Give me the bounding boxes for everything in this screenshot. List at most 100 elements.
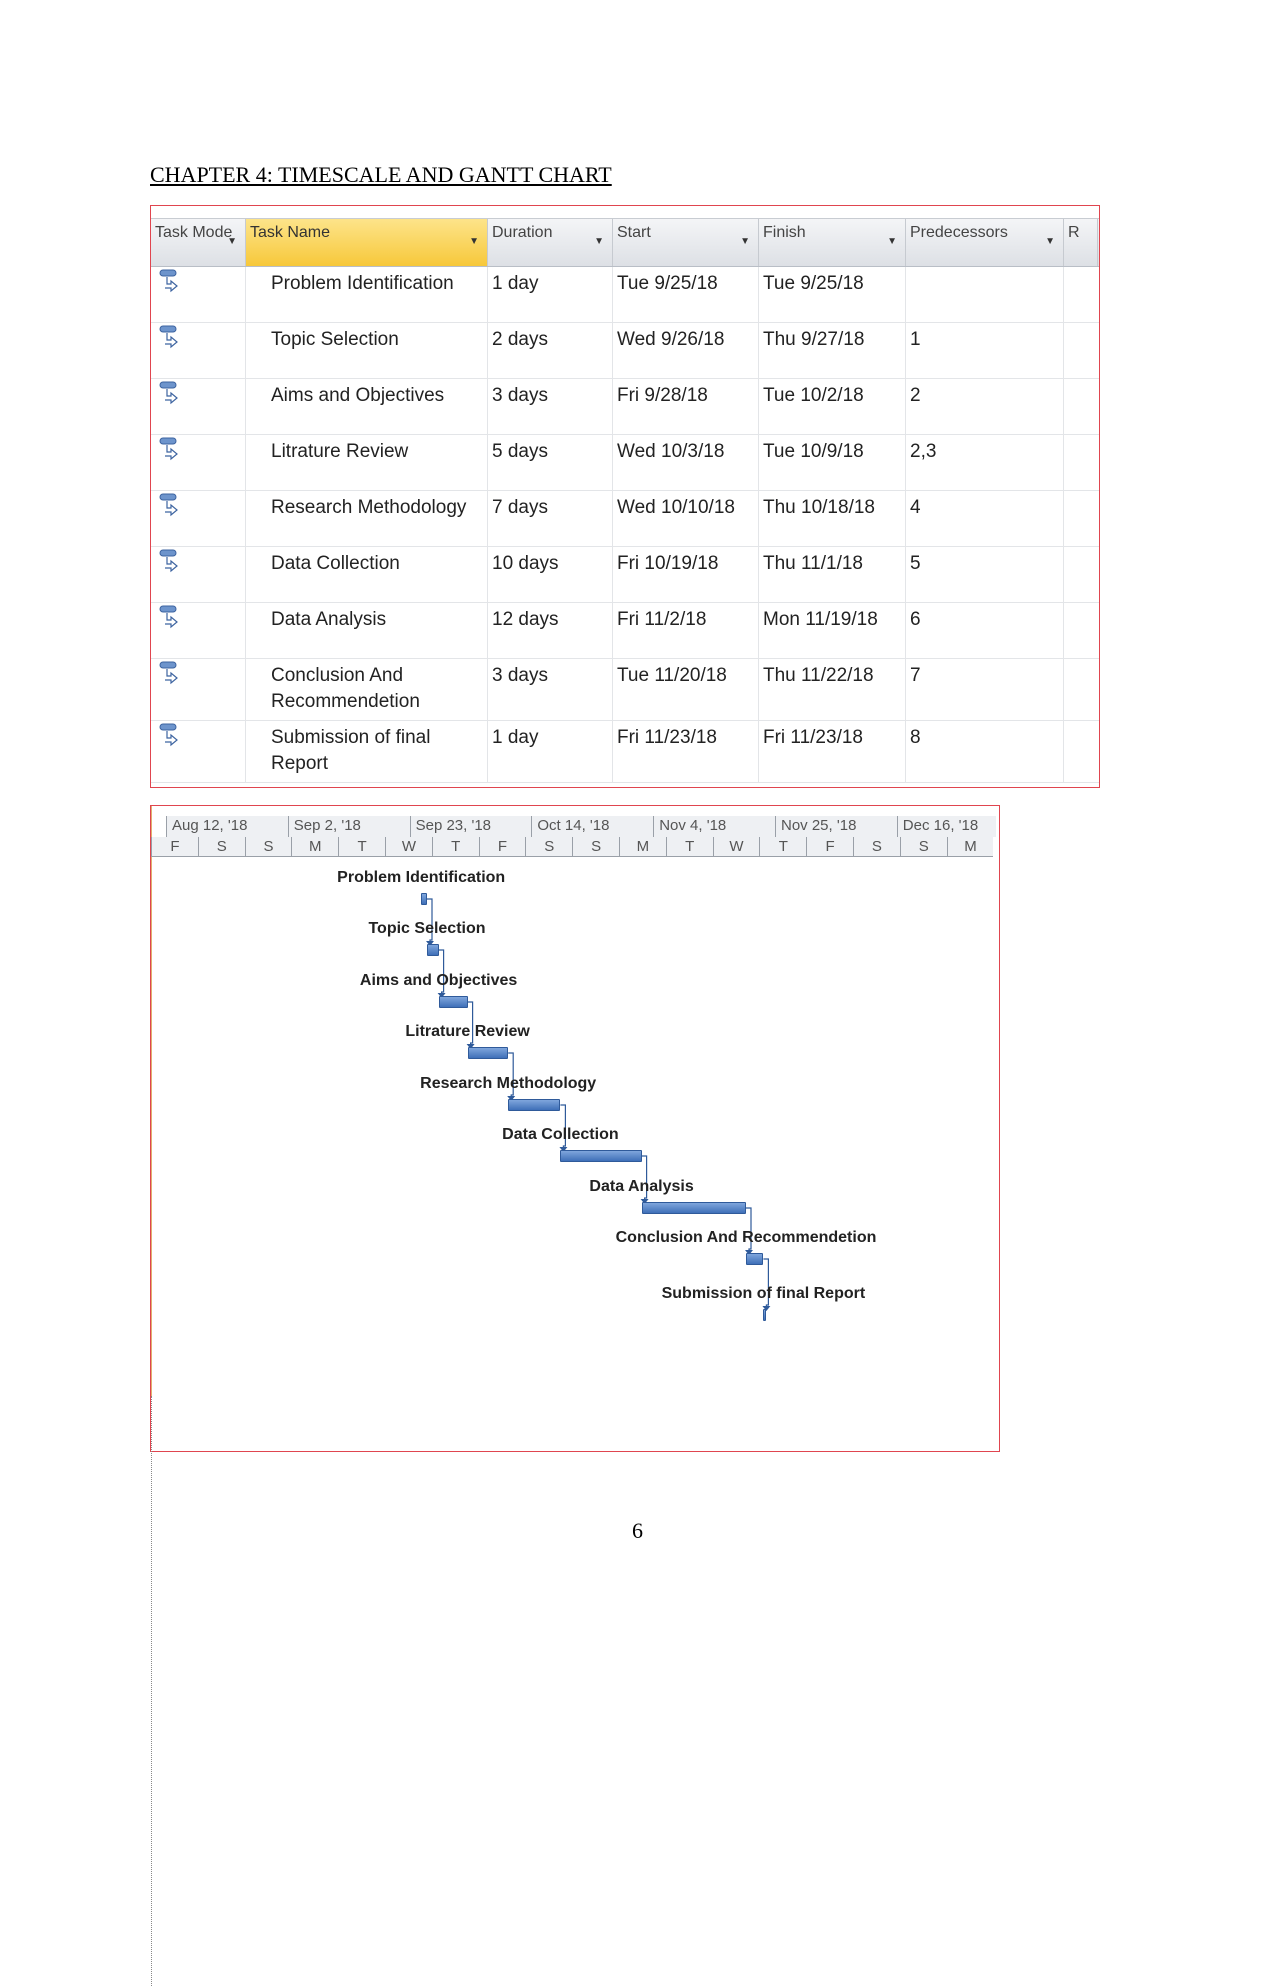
cell-name: Litrature Review — [246, 435, 488, 490]
column-header-finish[interactable]: Finish ▼ — [759, 219, 906, 266]
table-row[interactable]: Data Collection 10 days Fri 10/19/18 Thu 11… — [151, 547, 1099, 603]
table-row[interactable]: Submission of final Report 1 day Fri 11/23… — [151, 721, 1099, 783]
auto-scheduled-task-icon — [159, 493, 181, 517]
document-page: CHAPTER 4: TIMESCALE AND GANTT CHART Tas… — [0, 0, 1275, 1986]
gantt-bar[interactable] — [427, 944, 439, 956]
gantt-bar[interactable] — [560, 1150, 642, 1162]
column-header-predecessors[interactable]: Predecessors ▼ — [906, 219, 1064, 266]
table-header: Task Mode ▼ Task Name ▼ Duration ▼ Start ▼ Finis… — [151, 218, 1099, 267]
cell-start: Fri 9/28/18 — [613, 379, 759, 434]
cell-finish: Thu 11/22/18 — [759, 659, 906, 720]
task-mode-cell — [151, 267, 246, 322]
gantt-task-label: Litrature Review — [405, 1023, 530, 1040]
gantt-task-label: Topic Selection — [368, 920, 486, 937]
gantt-bar[interactable] — [421, 893, 427, 905]
cell-duration: 7 days — [488, 491, 613, 546]
table-row[interactable]: Topic Selection 2 days Wed 9/26/18 Thu 9/27… — [151, 323, 1099, 379]
dropdown-arrow-icon[interactable]: ▼ — [469, 237, 479, 247]
table-row[interactable]: Data Analysis 12 days Fri 11/2/18 Mon 11/19… — [151, 603, 1099, 659]
gantt-bar[interactable] — [508, 1099, 561, 1111]
column-header-start[interactable]: Start ▼ — [613, 219, 759, 266]
task-mode-cell — [151, 323, 246, 378]
cell-start: Wed 10/3/18 — [613, 435, 759, 490]
gantt-bar[interactable] — [641, 1202, 746, 1214]
task-mode-cell — [151, 721, 246, 782]
table-row[interactable]: Aims and Objectives 3 days Fri 9/28/18 Tue … — [151, 379, 1099, 435]
column-header-label: Task Name — [250, 224, 331, 241]
task-mode-cell — [151, 491, 246, 546]
table-row[interactable]: Problem Identification 1 day Tue 9/25/18 Tu… — [151, 267, 1099, 323]
cell-duration: 1 day — [488, 721, 613, 782]
dropdown-arrow-icon[interactable]: ▼ — [227, 237, 237, 247]
cell-pred: 4 — [906, 491, 1064, 546]
cell-name: Data Analysis — [246, 603, 488, 658]
column-header-label: Start — [617, 224, 651, 241]
gantt-task-label: Aims and Objectives — [359, 972, 518, 989]
cell-finish: Thu 10/18/18 — [759, 491, 906, 546]
cell-duration: 3 days — [488, 659, 613, 720]
table-row[interactable]: Litrature Review 5 days Wed 10/3/18 Tue 10/… — [151, 435, 1099, 491]
cell-duration: 12 days — [488, 603, 613, 658]
gantt-chart: Aug 12, '18 Sep 2, '18 Sep 23, '18 Oct 14, … — [150, 805, 1000, 1986]
cell-duration: 1 day — [488, 267, 613, 322]
auto-scheduled-task-icon — [159, 269, 181, 293]
cell-start: Fri 11/23/18 — [613, 721, 759, 782]
gantt-bar[interactable] — [467, 1047, 509, 1059]
auto-scheduled-task-icon — [159, 325, 181, 349]
gantt-bar[interactable] — [438, 996, 468, 1008]
column-header-r[interactable]: R — [1064, 219, 1098, 266]
cell-pred: 2,3 — [906, 435, 1064, 490]
cell-pred: 8 — [906, 721, 1064, 782]
dropdown-arrow-icon[interactable]: ▼ — [887, 237, 897, 247]
gantt-task-label: Problem Identification — [337, 869, 506, 886]
dropdown-arrow-icon[interactable]: ▼ — [1045, 237, 1055, 247]
cell-name: Submission of final Report — [246, 721, 488, 782]
cell-finish: Tue 9/25/18 — [759, 267, 906, 322]
cell-pred: 6 — [906, 603, 1064, 658]
cell-pred: 2 — [906, 379, 1064, 434]
dropdown-arrow-icon[interactable]: ▼ — [740, 237, 750, 247]
task-mode-cell — [151, 659, 246, 720]
gantt-task-label: Data Analysis — [589, 1178, 694, 1195]
cell-start: Fri 11/2/18 — [613, 603, 759, 658]
column-header-label: R — [1068, 224, 1080, 241]
column-header-label: Task Mode — [155, 224, 233, 241]
auto-scheduled-task-icon — [159, 723, 181, 747]
column-header-task-mode[interactable]: Task Mode ▼ — [151, 219, 246, 266]
table-row[interactable]: Research Methodology 7 days Wed 10/10/18 Th… — [151, 491, 1099, 547]
cell-name: Data Collection — [246, 547, 488, 602]
cell-duration: 5 days — [488, 435, 613, 490]
cell-pred: 5 — [906, 547, 1064, 602]
gantt-task-label: Data Collection — [502, 1126, 619, 1143]
cell-duration: 2 days — [488, 323, 613, 378]
cell-pred: 7 — [906, 659, 1064, 720]
column-header-duration[interactable]: Duration ▼ — [488, 219, 613, 266]
gantt-bar[interactable] — [746, 1253, 764, 1265]
auto-scheduled-task-icon — [159, 381, 181, 405]
column-header-label: Finish — [763, 224, 806, 241]
cell-pred — [906, 267, 1064, 322]
auto-scheduled-task-icon — [159, 661, 181, 685]
table-row[interactable]: Conclusion And Recommendetion 3 days Tue 1… — [151, 659, 1099, 721]
dependency-links — [426, 898, 771, 1311]
auto-scheduled-task-icon — [159, 549, 181, 573]
cell-finish: Thu 11/1/18 — [759, 547, 906, 602]
page-number: 6 — [632, 1518, 643, 1543]
cell-start: Tue 9/25/18 — [613, 267, 759, 322]
task-mode-cell — [151, 379, 246, 434]
cell-name: Research Methodology — [246, 491, 488, 546]
dropdown-arrow-icon[interactable]: ▼ — [594, 237, 604, 247]
task-mode-cell — [151, 435, 246, 490]
cell-finish: Fri 11/23/18 — [759, 721, 906, 782]
cell-start: Fri 10/19/18 — [613, 547, 759, 602]
cell-duration: 10 days — [488, 547, 613, 602]
cell-start: Wed 10/10/18 — [613, 491, 759, 546]
column-header-label: Predecessors — [910, 224, 1008, 241]
column-header-task-name[interactable]: Task Name ▼ — [246, 219, 488, 266]
gantt-bar[interactable] — [763, 1309, 767, 1321]
gantt-task-label: Research Methodology — [420, 1075, 597, 1092]
cell-finish: Tue 10/9/18 — [759, 435, 906, 490]
task-mode-cell — [151, 603, 246, 658]
cell-duration: 3 days — [488, 379, 613, 434]
cell-name: Aims and Objectives — [246, 379, 488, 434]
